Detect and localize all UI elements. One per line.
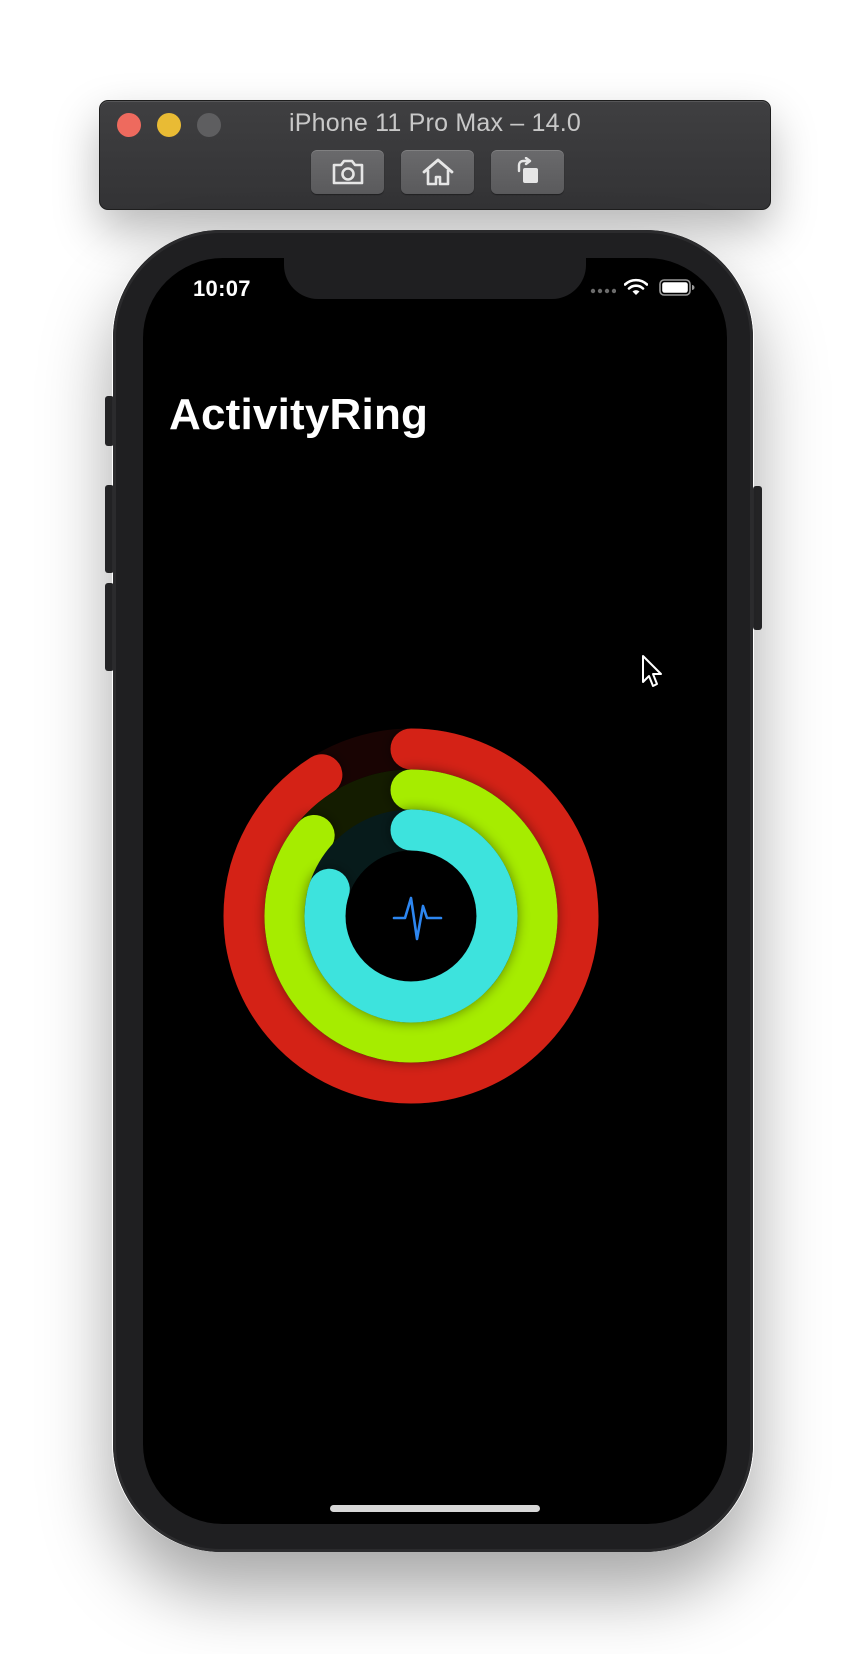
simulator-window: iPhone 11 Pro Max – 14.0: [99, 100, 771, 210]
camera-icon: [332, 159, 363, 185]
window-title: iPhone 11 Pro Max – 14.0: [288, 109, 582, 137]
mouse-cursor-icon: [642, 655, 662, 687]
side-power-button: [753, 486, 762, 630]
rotate-button[interactable]: [491, 150, 564, 194]
home-icon: [422, 158, 453, 186]
activity-rings: [223, 728, 599, 1104]
rotate-icon: [517, 157, 538, 183]
home-indicator[interactable]: [330, 1505, 540, 1512]
phone-screen: 10:07 ActivityRing: [143, 258, 727, 1524]
home-button[interactable]: [401, 150, 474, 194]
heartbeat-icon: [392, 896, 443, 941]
screenshot-button[interactable]: [311, 150, 384, 194]
